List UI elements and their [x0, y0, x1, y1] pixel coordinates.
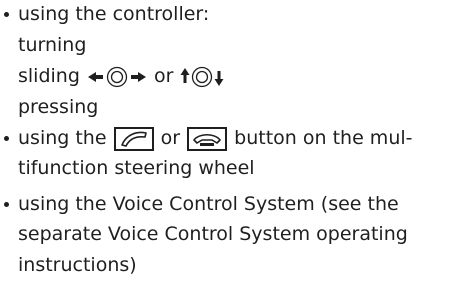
steering-trail-text: button on the mul-: [234, 127, 413, 149]
voice-line2-text: separate Voice Control System operating: [18, 223, 408, 245]
voice-line3-text: instructions): [18, 254, 137, 276]
steering-line2-text: tifunction steering wheel: [18, 157, 255, 179]
list-item-controller: using the controller:: [0, 2, 209, 26]
steering-lead-text: using the: [18, 127, 107, 149]
steering-or-text: or: [160, 127, 181, 149]
controller-slide-left-right-icon: [86, 66, 148, 88]
controller-sliding-text: sliding: [18, 65, 80, 87]
phone-accept-icon: [113, 126, 154, 151]
controller-slide-up-down-icon: [179, 66, 225, 88]
controller-turning-text: turning: [18, 34, 87, 56]
controller-or-text: or: [154, 65, 174, 87]
list-item-voice-control: using the Voice Control System (see the: [0, 192, 399, 216]
voice-line1-text: using the Voice Control System (see the: [18, 193, 399, 215]
controller-sliding-line: sliding or: [18, 64, 225, 88]
list-item-steering-wheel: using the or button on the mul-: [0, 126, 413, 151]
controller-lead-text: using the controller:: [18, 3, 210, 25]
phone-end-icon: [187, 126, 228, 151]
controller-pressing-text: pressing: [18, 96, 99, 118]
